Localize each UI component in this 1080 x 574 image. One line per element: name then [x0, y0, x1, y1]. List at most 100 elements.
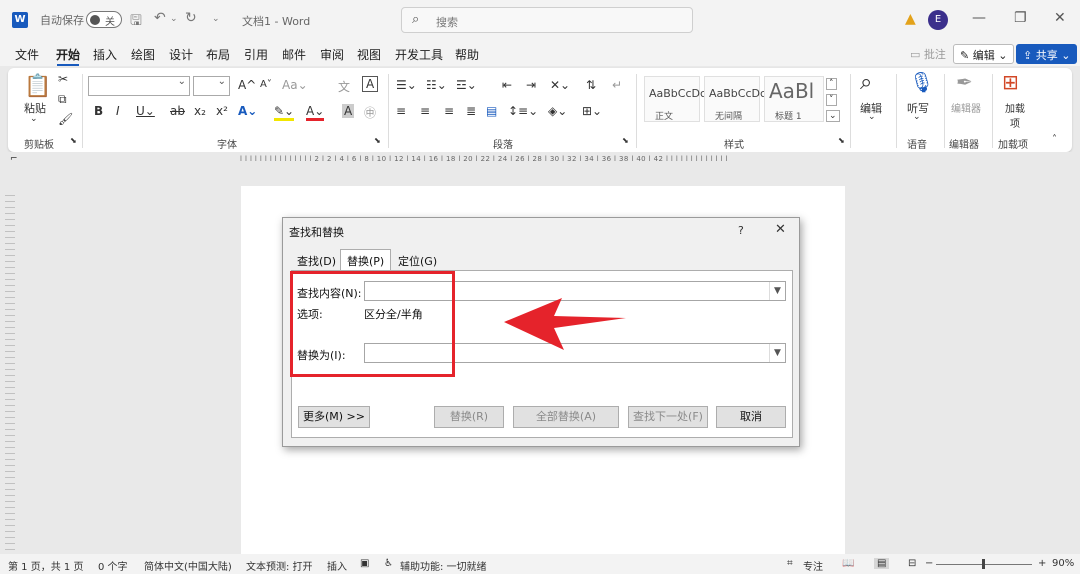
sort-icon[interactable]: ⇅	[586, 78, 596, 92]
paragraph-launcher-icon[interactable]: ⬊	[622, 136, 629, 145]
tab-insert[interactable]: 插入	[93, 46, 117, 63]
undo-icon[interactable]: ↶	[154, 10, 166, 26]
tab-view[interactable]: 视图	[357, 46, 381, 63]
save-icon[interactable]: 🖫	[130, 10, 142, 34]
tab-home[interactable]: 开始	[56, 46, 80, 63]
horizontal-ruler[interactable]: l l l l l l l l l l l l l l l 2 l 2 l 4 …	[240, 155, 845, 167]
microphone-icon[interactable]: 🎙	[909, 70, 934, 94]
vertical-ruler[interactable]	[5, 190, 15, 550]
warning-icon[interactable]: ▲	[905, 11, 916, 27]
tab-goto[interactable]: 定位(G)	[392, 250, 443, 270]
editing-mode-button[interactable]: ✎ 编辑 ⌄	[953, 44, 1015, 64]
redo-icon[interactable]: ↻	[185, 10, 197, 26]
italic-icon[interactable]: I	[116, 104, 120, 118]
justify-icon[interactable]: ≣	[466, 104, 476, 118]
macro-icon[interactable]: ▣	[360, 558, 369, 569]
tab-layout[interactable]: 布局	[206, 46, 230, 63]
editing-dropdown-icon[interactable]: ⌄	[868, 112, 876, 122]
chevron-down-icon[interactable]: ▼	[769, 282, 785, 300]
character-border-icon[interactable]: A	[362, 76, 379, 92]
replace-button[interactable]: 替换(R)	[434, 406, 504, 428]
shading-icon[interactable]: ◈⌄	[548, 104, 567, 118]
avatar[interactable]: E	[928, 10, 948, 30]
styles-scroll-down-icon[interactable]: ˅	[826, 94, 837, 106]
tab-replace[interactable]: 替换(P)	[340, 249, 392, 271]
dictate-dropdown-icon[interactable]: ⌄	[913, 112, 921, 122]
align-left-icon[interactable]: ≡	[396, 104, 406, 118]
find-next-button[interactable]: 查找下一处(F)	[628, 406, 708, 428]
page-count[interactable]: 第 1 页，共 1 页	[8, 558, 83, 573]
tab-developer[interactable]: 开发工具	[395, 46, 443, 63]
styles-launcher-icon[interactable]: ⬊	[838, 136, 845, 145]
line-spacing-icon[interactable]: ↕≡⌄	[508, 104, 538, 118]
superscript-icon[interactable]: x²	[216, 104, 228, 118]
close-icon[interactable]: ✕	[775, 222, 786, 237]
clipboard-launcher-icon[interactable]: ⬊	[70, 136, 77, 145]
tab-references[interactable]: 引用	[244, 46, 268, 63]
minimize-icon[interactable]: —	[972, 10, 986, 26]
distributed-icon[interactable]: ▤	[486, 104, 497, 118]
tab-draw[interactable]: 绘图	[131, 46, 155, 63]
paste-dropdown-icon[interactable]: ⌄	[30, 114, 38, 124]
font-size-combo[interactable]	[193, 76, 230, 96]
zoom-level[interactable]: 90%	[1052, 558, 1074, 569]
multilevel-list-icon[interactable]: ☲⌄	[456, 78, 477, 92]
find-icon[interactable]: ⌕	[860, 70, 872, 95]
numbering-icon[interactable]: ☷⌄	[426, 78, 447, 92]
styles-scroll-up-icon[interactable]: ˄	[826, 78, 837, 90]
tab-mailings[interactable]: 邮件	[282, 46, 306, 63]
align-center-icon[interactable]: ≡	[420, 104, 430, 118]
accessibility-status[interactable]: 辅助功能: 一切就绪	[400, 558, 487, 573]
text-prediction-status[interactable]: 文本预测: 打开	[246, 558, 313, 573]
addins-button-label[interactable]: 加载项	[1002, 100, 1028, 130]
editor-button-label[interactable]: 编辑器	[951, 100, 981, 115]
character-shading-icon[interactable]: A	[342, 104, 355, 118]
grow-font-icon[interactable]: A^	[238, 78, 256, 92]
read-mode-icon[interactable]: 📖	[842, 558, 854, 569]
increase-indent-icon[interactable]: ⇥	[526, 78, 536, 92]
zoom-slider-thumb[interactable]	[982, 559, 985, 569]
cut-icon[interactable]: ✂	[58, 72, 68, 86]
help-icon[interactable]: ?	[738, 224, 744, 237]
accessibility-icon[interactable]: ♿	[384, 558, 393, 569]
font-launcher-icon[interactable]: ⬊	[374, 136, 381, 145]
copy-icon[interactable]: ⧉	[58, 92, 67, 107]
tab-help[interactable]: 帮助	[455, 46, 479, 63]
tab-file[interactable]: 文件	[15, 46, 39, 63]
highlight-icon[interactable]: ✎⌄	[274, 104, 295, 121]
borders-icon[interactable]: ⊞⌄	[582, 104, 602, 118]
word-count[interactable]: 0 个字	[98, 558, 128, 573]
zoom-out-icon[interactable]: −	[925, 558, 933, 569]
chevron-down-icon[interactable]: ▼	[769, 344, 785, 362]
close-window-icon[interactable]: ✕	[1054, 10, 1066, 26]
phonetic-guide-icon[interactable]: 文	[338, 78, 350, 95]
tab-design[interactable]: 设计	[169, 46, 193, 63]
cancel-button[interactable]: 取消	[716, 406, 786, 428]
bold-icon[interactable]: B	[94, 104, 103, 118]
paste-icon[interactable]: 📋	[24, 74, 51, 99]
tab-selector-icon[interactable]: ⌐	[10, 154, 18, 164]
comment-button[interactable]: ▭ 批注	[904, 44, 952, 64]
style-heading-1[interactable]: AaBl 标题 1	[764, 76, 824, 122]
show-marks-icon[interactable]: ↵	[612, 78, 622, 92]
format-painter-icon[interactable]: 🖌	[58, 112, 73, 126]
autosave-toggle[interactable]: 关	[86, 11, 122, 28]
font-name-combo[interactable]	[88, 76, 190, 96]
tab-find[interactable]: 查找(D)	[291, 250, 342, 270]
subscript-icon[interactable]: x₂	[194, 104, 206, 118]
zoom-in-icon[interactable]: +	[1038, 558, 1046, 569]
strikethrough-icon[interactable]: ab	[170, 104, 185, 118]
insert-mode-status[interactable]: 插入	[327, 558, 347, 573]
style-normal[interactable]: AaBbCcDc 正文	[644, 76, 706, 122]
change-case-icon[interactable]: Aa⌄	[282, 78, 308, 92]
share-button[interactable]: ⇪ 共享 ⌄	[1016, 44, 1078, 64]
more-button[interactable]: 更多(M) >>	[298, 406, 370, 428]
asian-layout-icon[interactable]: ✕⌄	[550, 78, 570, 92]
focus-label[interactable]: 专注	[803, 558, 823, 573]
restore-icon[interactable]: ❐	[1014, 10, 1027, 26]
replace-all-button[interactable]: 全部替换(A)	[513, 406, 619, 428]
font-color-icon[interactable]: A⌄	[306, 104, 325, 121]
addins-icon[interactable]: ⊞	[1002, 70, 1019, 94]
text-effects-icon[interactable]: A⌄	[238, 104, 257, 118]
editor-icon[interactable]: ✒	[956, 70, 973, 94]
